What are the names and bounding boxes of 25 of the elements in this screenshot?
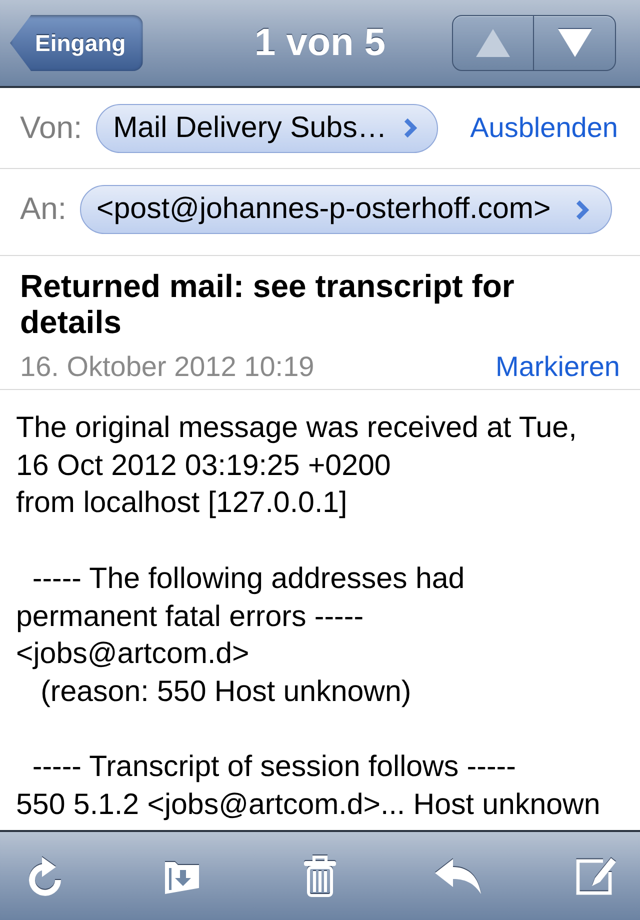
body-text-line: from localhost [127.0.0.1] bbox=[16, 485, 348, 522]
body-text-line: 16 Oct 2012 03:19:25 +0200 bbox=[16, 448, 391, 484]
mark-link[interactable]: Markieren bbox=[496, 350, 620, 384]
compose-icon bbox=[575, 856, 617, 896]
body-text-line: (reason: 550 Host unknown) bbox=[40, 674, 412, 710]
body-text-line: ----- The following addresses had bbox=[31, 560, 465, 597]
body-text-line: 550 5.1.2 <jobs@artcom.d>... Host unknown bbox=[16, 787, 600, 823]
body-text-line: ----- Transcript of session follows ----- bbox=[31, 749, 516, 786]
date-text: 16. Oktober 2012 10:19 bbox=[20, 350, 314, 384]
recipient-chip[interactable]: <post@johannes-p-osterhoff.com> bbox=[80, 185, 612, 234]
to-label: An: bbox=[20, 190, 67, 228]
hide-link[interactable]: Ausblenden bbox=[470, 107, 618, 149]
body-text-line: permanent fatal errors ----- bbox=[16, 598, 364, 634]
trash-icon bbox=[303, 854, 337, 898]
subject-text: Returned mail: see transcript for details bbox=[20, 268, 516, 340]
nav-title: 1 von 5 bbox=[254, 24, 386, 62]
back-button[interactable]: Eingang bbox=[10, 15, 143, 71]
body-text-line: <jobs@artcom.d> bbox=[16, 636, 250, 672]
chevron-icon bbox=[574, 198, 589, 220]
sender-chip[interactable]: Mail Delivery Subs… bbox=[96, 104, 438, 152]
from-label: Von: bbox=[20, 108, 82, 147]
reply-arrow-icon bbox=[434, 857, 482, 895]
body-text-line: The original message was received at Tue, bbox=[16, 410, 577, 446]
next-button[interactable] bbox=[534, 15, 616, 71]
chevron-icon bbox=[403, 117, 418, 139]
